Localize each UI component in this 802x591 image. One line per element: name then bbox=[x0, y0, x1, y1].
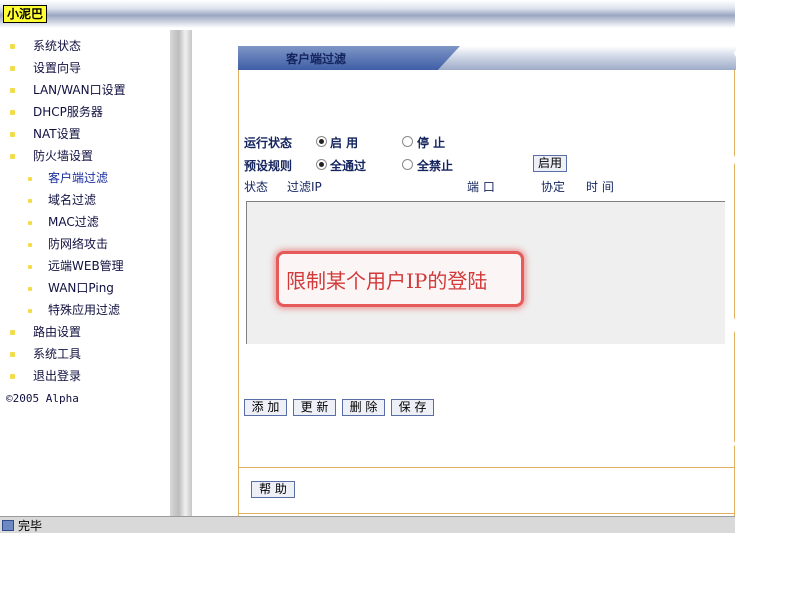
help-button[interactable]: 帮 助 bbox=[251, 481, 295, 498]
bullet-icon bbox=[28, 177, 32, 181]
run-on-radio[interactable] bbox=[316, 136, 327, 147]
save-button[interactable]: 保 存 bbox=[391, 399, 434, 416]
update-button[interactable]: 更 新 bbox=[293, 399, 336, 416]
column-filter-ip: 过滤IP bbox=[287, 180, 322, 194]
column-status: 状态 bbox=[244, 180, 269, 194]
bullet-icon bbox=[28, 309, 32, 313]
run-off-radio[interactable] bbox=[402, 136, 413, 147]
column-port: 端 口 bbox=[467, 180, 495, 194]
rule-block-radio[interactable] bbox=[402, 159, 413, 170]
panel-title: 客户端过滤 bbox=[286, 52, 347, 66]
run-on-label[interactable]: 启 用 bbox=[330, 134, 358, 151]
bullet-icon bbox=[10, 132, 15, 137]
default-rule-label: 预设规则 bbox=[244, 159, 293, 173]
column-protocol: 协定 bbox=[541, 180, 566, 194]
sidebar: 系统状态 设置向导 LAN/WAN口设置 DHCP服务器 NAT设置 防火墙设置… bbox=[0, 30, 192, 516]
brand-logo: 小泥巴 bbox=[3, 5, 48, 23]
bullet-icon bbox=[28, 199, 32, 203]
run-off-label[interactable]: 停 止 bbox=[417, 134, 445, 151]
panel-border-right bbox=[734, 70, 735, 516]
panel-border-left bbox=[238, 70, 239, 516]
add-button[interactable]: 添 加 bbox=[244, 399, 287, 416]
rule-allow-label[interactable]: 全通过 bbox=[330, 157, 366, 174]
panel-header-tab bbox=[238, 46, 460, 70]
bullet-icon bbox=[10, 330, 15, 335]
delete-button[interactable]: 删 除 bbox=[342, 399, 385, 416]
bullet-icon bbox=[28, 221, 32, 225]
annotation-text: 限制某个用户IP的登陆 bbox=[286, 269, 488, 293]
column-time: 时 间 bbox=[586, 180, 614, 194]
torn-edge-right bbox=[730, 0, 802, 591]
copyright: ©2005 Alpha bbox=[6, 392, 79, 405]
bullet-icon bbox=[10, 88, 15, 93]
status-text: 完毕 bbox=[18, 519, 43, 533]
enable-button[interactable]: 启用 bbox=[533, 155, 567, 172]
bullet-icon bbox=[10, 66, 15, 71]
bullet-icon bbox=[10, 110, 15, 115]
bullet-icon bbox=[10, 352, 15, 357]
rule-allow-radio[interactable] bbox=[316, 159, 327, 170]
panel-divider bbox=[238, 467, 735, 468]
bullet-icon bbox=[28, 287, 32, 291]
page-icon bbox=[2, 520, 14, 531]
bullet-icon bbox=[10, 154, 15, 159]
rule-block-label[interactable]: 全禁止 bbox=[417, 157, 453, 174]
title-bar bbox=[0, 0, 735, 28]
bullet-icon bbox=[10, 374, 15, 379]
bullet-icon bbox=[10, 44, 15, 49]
bullet-icon bbox=[28, 243, 32, 247]
panel-border-bottom bbox=[238, 513, 735, 514]
sidebar-scrollbar[interactable] bbox=[170, 30, 192, 516]
run-status-label: 运行状态 bbox=[244, 136, 293, 150]
status-bar bbox=[0, 516, 735, 533]
bullet-icon bbox=[28, 265, 32, 269]
